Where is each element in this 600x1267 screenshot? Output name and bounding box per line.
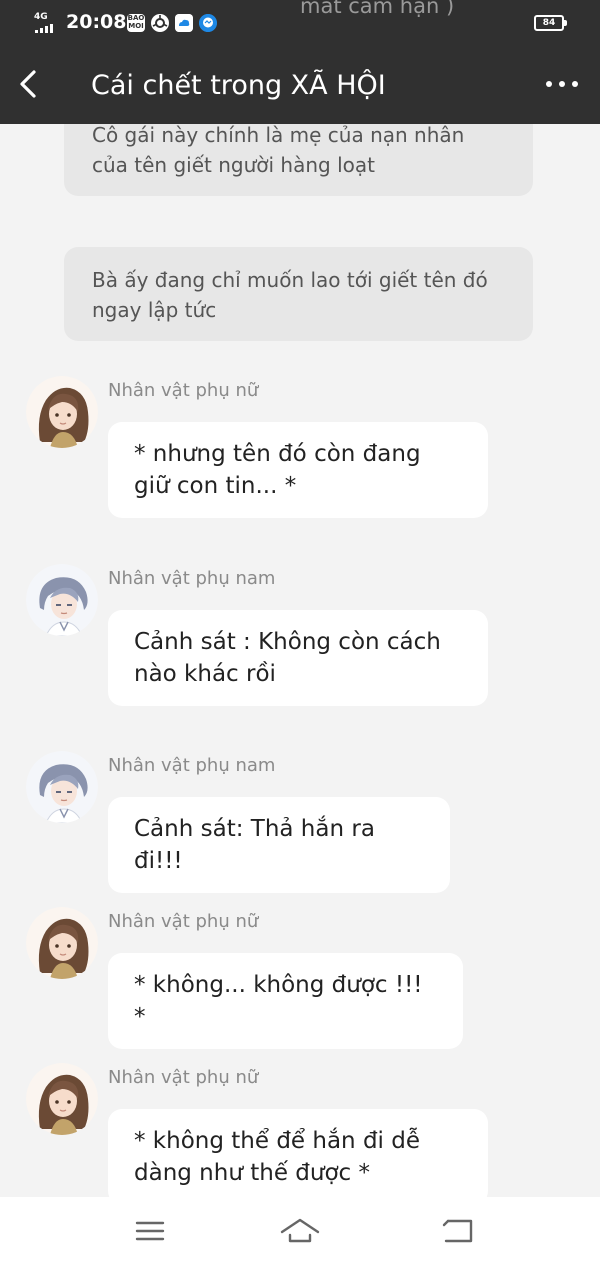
narration-text: Bà ấy đang chỉ muốn lao tới giết tên đó … bbox=[92, 268, 488, 322]
avatar-female[interactable] bbox=[26, 376, 98, 448]
signal-icon: 4G bbox=[34, 12, 64, 34]
chevron-left-icon bbox=[20, 70, 36, 98]
battery-icon: 84 bbox=[534, 15, 567, 31]
message-text: * nhưng tên đó còn đang giữ con tin... * bbox=[134, 441, 421, 499]
menu-button[interactable] bbox=[130, 1215, 170, 1247]
status-time: 20:08 bbox=[66, 11, 127, 33]
back-nav-button[interactable] bbox=[438, 1215, 478, 1247]
avatar-male[interactable] bbox=[26, 751, 98, 823]
status-bar: 4G 20:08 BAO MOI 84 bbox=[0, 0, 600, 46]
message-bubble[interactable]: Cảnh sát : Không còn cách nào khác rồi bbox=[108, 610, 488, 706]
more-dots-icon bbox=[546, 81, 578, 87]
narration-text: Cô gái này chính là mẹ của nạn nhân của … bbox=[92, 123, 465, 177]
sender-name: Nhân vật phụ nữ bbox=[108, 380, 259, 401]
system-nav-bar bbox=[0, 1197, 600, 1267]
back-button[interactable] bbox=[14, 64, 44, 104]
message-bubble[interactable]: Cảnh sát: Thả hắn ra đi!!! bbox=[108, 797, 450, 893]
back-arrow-icon bbox=[442, 1219, 473, 1243]
avatar-female[interactable] bbox=[26, 907, 98, 979]
network-type: 4G bbox=[34, 12, 48, 22]
message-bubble[interactable]: * không thể để hắn đi dễ dàng như thế đư… bbox=[108, 1109, 488, 1205]
messenger-icon bbox=[199, 14, 217, 32]
menu-icon bbox=[135, 1221, 165, 1241]
sender-name: Nhân vật phụ nam bbox=[108, 568, 276, 589]
page-title: Cái chết trong XÃ HỘI bbox=[91, 70, 386, 101]
bao-moi-icon: BAO MOI bbox=[127, 14, 145, 32]
message-text: Cảnh sát: Thả hắn ra đi!!! bbox=[134, 816, 375, 874]
home-button[interactable] bbox=[280, 1215, 320, 1247]
battery-level: 84 bbox=[542, 18, 556, 28]
home-icon bbox=[280, 1218, 320, 1243]
app-header: mất cảm hận ) 4G 20:08 BAO MOI 84 Cái ch… bbox=[0, 0, 600, 124]
narration-box: Bà ấy đang chỉ muốn lao tới giết tên đó … bbox=[64, 247, 533, 341]
message-text: * không thể để hắn đi dễ dàng như thế đư… bbox=[134, 1128, 420, 1186]
message-bubble[interactable]: * không... không được !!! * bbox=[108, 953, 463, 1049]
more-options-button[interactable] bbox=[540, 66, 586, 102]
sender-name: Nhân vật phụ nữ bbox=[108, 1067, 259, 1088]
avatar-male[interactable] bbox=[26, 564, 98, 636]
chrome-icon bbox=[151, 14, 169, 32]
sender-name: Nhân vật phụ nữ bbox=[108, 911, 259, 932]
cloud-icon bbox=[175, 14, 193, 32]
title-bar: Cái chết trong XÃ HỘI bbox=[0, 56, 600, 118]
avatar-female[interactable] bbox=[26, 1063, 98, 1135]
message-text: * không... không được !!! * bbox=[134, 972, 423, 1030]
message-text: Cảnh sát : Không còn cách nào khác rồi bbox=[134, 629, 441, 687]
message-bubble[interactable]: * nhưng tên đó còn đang giữ con tin... * bbox=[108, 422, 488, 518]
sender-name: Nhân vật phụ nam bbox=[108, 755, 276, 776]
